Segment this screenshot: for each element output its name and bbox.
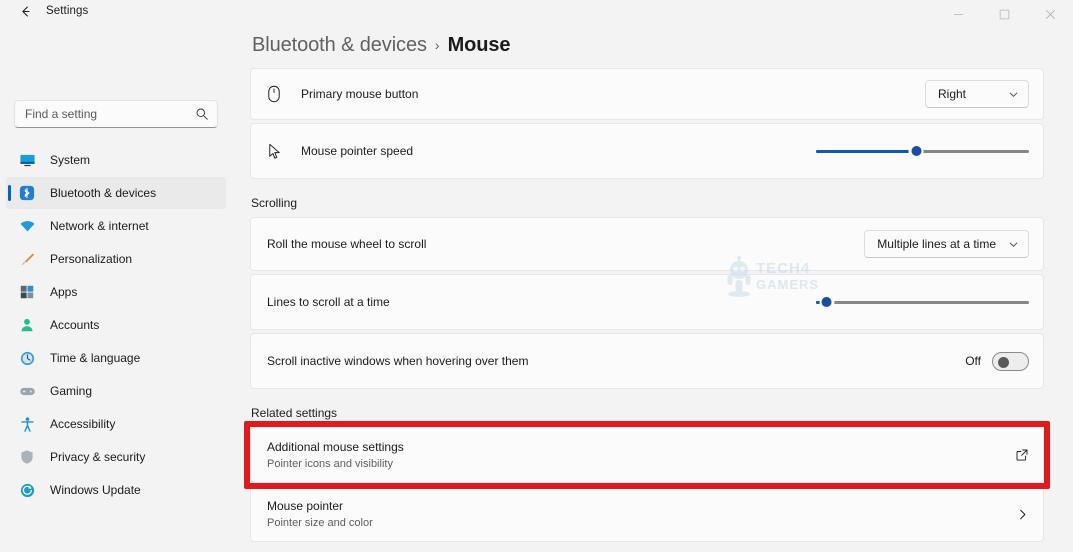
bluetooth-icon [18,184,36,202]
lines-to-scroll-slider[interactable] [816,292,1029,312]
sidebar-item-label: Accounts [50,318,100,332]
accessibility-icon [18,415,36,433]
sidebar-item-network-internet[interactable]: Network & internet [6,210,226,242]
section-header-related-settings: Related settings [251,406,338,420]
breadcrumb-parent[interactable]: Bluetooth & devices [252,34,427,57]
search-icon [195,107,209,121]
window-controls [935,0,1073,22]
setting-label: Lines to scroll at a time [267,294,390,309]
dropdown-value: Right [938,87,967,101]
sidebar-item-label: Network & internet [50,219,149,233]
apps-icon [18,283,36,301]
sidebar: System Bluetooth & devices [0,0,232,552]
settings-window: Settings Find a setting System Bluetooth… [0,0,1073,552]
setting-mouse-pointer-speed[interactable]: Mouse pointer speed [250,123,1044,179]
sidebar-item-gaming[interactable]: Gaming [6,375,226,407]
slider-track [816,300,1029,304]
setting-label: Scroll inactive windows when hovering ov… [267,353,529,368]
sidebar-item-label: Time & language [50,351,141,365]
sidebar-item-label: Bluetooth & devices [50,186,157,200]
setting-lines-to-scroll[interactable]: Lines to scroll at a time [250,274,1044,330]
sidebar-item-personalization[interactable]: Personalization [6,243,226,275]
setting-mouse-wheel-scroll[interactable]: Roll the mouse wheel to scroll Multiple … [250,217,1044,271]
breadcrumb: Bluetooth & devices › Mouse [252,34,511,57]
sidebar-item-bluetooth-devices[interactable]: Bluetooth & devices [6,177,226,209]
slider-thumb[interactable] [908,143,924,159]
sidebar-item-label: Personalization [50,252,133,266]
minimize-button[interactable] [935,0,981,22]
scroll-inactive-toggle[interactable] [992,351,1029,371]
chevron-right-icon [1016,508,1029,521]
primary-mouse-button-dropdown[interactable]: Right [925,80,1029,108]
chevron-down-icon [1008,89,1019,100]
setting-label: Primary mouse button [301,86,419,101]
setting-primary-mouse-button[interactable]: Primary mouse button Right [250,68,1044,120]
close-button[interactable] [1027,0,1073,22]
sidebar-item-windows-update[interactable]: Windows Update [6,474,226,506]
personalization-icon [18,250,36,268]
sidebar-item-label: Accessibility [50,417,116,431]
dropdown-value: Multiple lines at a time [877,237,996,251]
setting-scroll-inactive-windows[interactable]: Scroll inactive windows when hovering ov… [250,333,1044,389]
page-title: Mouse [447,34,511,56]
time-icon [18,349,36,367]
sidebar-item-accessibility[interactable]: Accessibility [6,408,226,440]
sidebar-item-label: Apps [50,285,78,299]
sidebar-nav: System Bluetooth & devices Network & int… [0,144,232,506]
sidebar-item-label: System [50,153,91,167]
mouse-wheel-dropdown[interactable]: Multiple lines at a time [864,230,1029,258]
sidebar-item-time-language[interactable]: Time & language [6,342,226,374]
slider-fill [816,149,917,153]
sidebar-item-label: Privacy & security [50,450,146,464]
settings-list: Primary mouse button Right Mouse pointer… [250,68,1044,542]
toggle-state-label: Off [965,354,981,368]
sidebar-item-accounts[interactable]: Accounts [6,309,226,341]
cursor-icon [263,143,285,160]
search-input[interactable] [25,107,195,121]
setting-label: Roll the mouse wheel to scroll [267,236,427,251]
system-icon [18,151,36,169]
mouse-icon [263,85,285,103]
back-button[interactable] [12,1,38,21]
chevron-down-icon [1008,239,1019,250]
setting-additional-mouse-settings[interactable]: Additional mouse settings Pointer icons … [250,427,1044,483]
sidebar-item-privacy-security[interactable]: Privacy & security [6,441,226,473]
toggle-knob [998,356,1009,368]
mouse-pointer-speed-slider[interactable] [816,141,1029,161]
sidebar-item-label: Windows Update [50,483,141,497]
main-content: Bluetooth & devices › Mouse Primary mous… [232,0,1073,552]
section-header-scrolling: Scrolling [251,196,298,210]
setting-label: Mouse pointer [267,498,344,513]
accounts-icon [18,316,36,334]
search-box[interactable] [14,100,218,128]
setting-label: Additional mouse settings [267,439,404,454]
sidebar-item-label: Gaming [50,384,93,398]
update-icon [18,481,36,499]
setting-description: Pointer icons and visibility [267,457,393,470]
gaming-icon [18,382,36,400]
sidebar-item-apps[interactable]: Apps [6,276,226,308]
privacy-icon [18,448,36,466]
external-link-icon [1015,448,1029,462]
slider-thumb[interactable] [819,294,835,310]
maximize-button[interactable] [981,0,1027,22]
sidebar-item-system[interactable]: System [6,144,226,176]
setting-description: Pointer size and color [267,516,373,529]
network-icon [18,217,36,235]
setting-label: Mouse pointer speed [301,143,414,158]
breadcrumb-separator: › [434,37,440,53]
setting-mouse-pointer[interactable]: Mouse pointer Pointer size and color [250,486,1044,542]
